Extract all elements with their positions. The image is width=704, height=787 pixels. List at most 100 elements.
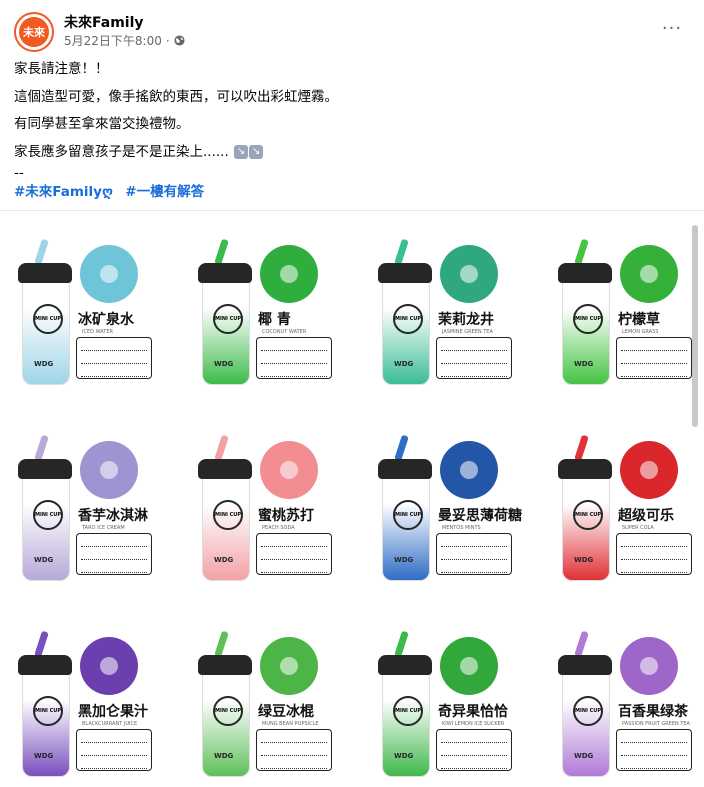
page-avatar[interactable]: 未來 [14,12,54,52]
spec-rating-line [621,551,687,560]
post-dash: -- [14,165,24,181]
brand-label: WDG [34,752,54,760]
spec-rating-line [81,342,147,351]
spec-box [76,337,152,379]
brand-label: WDG [574,752,594,760]
spec-rating-line [81,538,147,547]
mini-cup-logo: MINI CUP [573,500,603,530]
flavor-subtitle: MUNG BEAN POPSICLE [262,721,319,727]
straw [34,238,49,266]
product-card: MINI CUP WDG 奇异果恰恰 KIWI LEMON ICE SUCKER [372,617,542,787]
spec-rating-line [621,747,687,756]
vape-cup-illustration: MINI CUP WDG [18,238,72,385]
straw [34,630,49,658]
product-card: MINI CUP WDG 蜜桃苏打 PEACH SODA [192,421,362,591]
post-line: 有同學甚至拿來當交換禮物。 [14,116,190,132]
flavor-subtitle: TARO ICE CREAM [82,525,125,531]
vape-cup-illustration: MINI CUP WDG [558,630,612,777]
spec-rating-line [621,538,687,547]
brand-label: WDG [574,360,594,368]
mini-cup-logo: MINI CUP [213,696,243,726]
post-line: 這個造型可愛，像手搖飲的東西，可以吹出彩虹煙霧。 [14,88,338,105]
vape-cup-illustration: MINI CUP WDG [198,630,252,777]
post-line: 家長請注意！！ [14,61,109,77]
flavor-subtitle: LEMON GRASS [622,329,659,335]
product-card: MINI CUP WDG 黑加仑果汁 BLACKCURRANT JUICE [12,617,182,787]
page-name-link[interactable]: 未來Family [64,12,144,32]
brand-label: WDG [394,360,414,368]
flavor-name: 蜜桃苏打 [258,508,314,524]
spec-rating-line [621,368,687,377]
flavor-subtitle: JASMINE GREEN TEA [442,329,493,335]
spec-rating-line [441,551,507,560]
spec-rating-line [261,747,327,756]
post-image[interactable]: MINI CUP WDG 冰矿泉水 ICED WATER MINI CUP WDG 椰 青C… [0,210,704,777]
flavor-subtitle: SUPER COLA [622,525,654,531]
flavor-icon [280,461,298,479]
brand-label: WDG [34,360,54,368]
arrow-down-right-icon: ↘ [234,144,249,159]
flavor-icon-circle [440,245,498,303]
product-card: MINI CUP WDG 百香果绿茶 PASSION FRUIT GREEN TEA [552,617,704,787]
mini-cup-logo: MINI CUP [393,304,423,334]
flavor-name: 百香果绿茶 [618,704,688,720]
straw [394,434,409,462]
flavor-subtitle: PEACH SODA [262,525,295,531]
straw [394,238,409,266]
cup-body: MINI CUP WDG [22,281,70,385]
post-line-warning: 家長應多留意孩子是不是正染上...... ↘ ↘ [14,143,674,162]
post-timestamp[interactable]: 5月22日下午8:00 [64,32,162,49]
spec-rating-line [81,760,147,769]
spec-rating-line [621,760,687,769]
flavor-icon [640,657,658,675]
vape-cup-illustration: MINI CUP WDG [198,238,252,385]
spec-rating-line [621,734,687,743]
straw [214,238,229,266]
straw [34,434,49,462]
facebook-post: 未來 未來Family 5月22日下午8:00 · ··· 家長請注意！！ 這個… [0,0,704,777]
spec-box [436,533,512,575]
arrow-down-right-icon: ↘ [249,144,264,159]
spec-rating-line [81,551,147,560]
brand-label: WDG [214,556,234,564]
scrollbar-thumb[interactable] [692,225,698,427]
cup-lid [18,459,72,479]
flavor-subtitle: PASSION FRUIT GREEN TEA [622,721,690,727]
cup-lid [18,263,72,283]
product-card: MINI CUP WDG 曼妥思薄荷糖 MENTOS MINTS [372,421,542,591]
product-card: MINI CUP WDG 绿豆冰棍 MUNG BEAN POPSICLE [192,617,362,787]
hashtag-link[interactable]: #未來Familyღ [14,184,113,200]
hashtag-link[interactable]: #一樓有解答 [125,184,204,200]
more-options-button[interactable]: ··· [660,18,684,39]
spec-rating-line [441,747,507,756]
spec-box [436,337,512,379]
mini-cup-logo: MINI CUP [213,500,243,530]
mini-cup-logo: MINI CUP [393,696,423,726]
flavor-icon [460,461,478,479]
spec-rating-line [441,342,507,351]
flavor-name: 黑加仑果汁 [78,704,148,720]
cup-body: MINI CUP WDG [202,477,250,581]
straw [214,630,229,658]
flavor-subtitle: MENTOS MINTS [442,525,481,531]
vape-cup-illustration: MINI CUP WDG [378,434,432,581]
flavor-icon [100,265,118,283]
flavor-icon [640,265,658,283]
spec-box [256,533,332,575]
brand-label: WDG [214,752,234,760]
flavor-icon-circle [260,441,318,499]
cup-body: MINI CUP WDG [202,673,250,777]
flavor-name: 曼妥思薄荷糖 [438,508,522,524]
spec-rating-line [441,734,507,743]
mini-cup-logo: MINI CUP [573,304,603,334]
spec-rating-line [621,564,687,573]
flavor-icon-circle [80,637,138,695]
brand-label: WDG [394,556,414,564]
cup-body: MINI CUP WDG [382,281,430,385]
spec-box [76,729,152,771]
spec-rating-line [81,355,147,364]
cup-lid [378,459,432,479]
flavor-icon-circle [620,637,678,695]
spec-box [616,533,692,575]
brand-label: WDG [394,752,414,760]
